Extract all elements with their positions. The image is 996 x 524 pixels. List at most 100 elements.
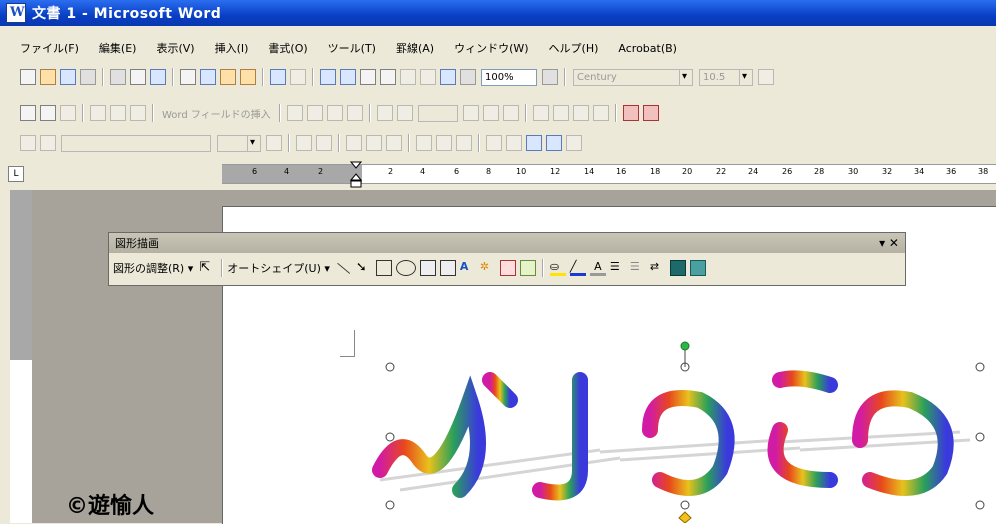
insert-table-icon[interactable] (360, 69, 376, 85)
merge-icon[interactable] (532, 105, 549, 121)
merge-field-icon[interactable] (286, 105, 303, 121)
permission-icon[interactable] (80, 69, 96, 85)
shadow-style-icon[interactable] (669, 260, 686, 276)
autoshapes-button[interactable]: オートシェイプ(U) ▾ (227, 260, 330, 276)
font-color-icon[interactable]: A (589, 260, 606, 276)
line-icon[interactable] (337, 262, 351, 274)
menu-view[interactable]: 表示(V) (156, 40, 194, 56)
insert-excel-icon[interactable] (380, 69, 396, 85)
text-box-icon[interactable] (419, 260, 436, 276)
page-icon[interactable] (90, 105, 106, 121)
clip-art-icon[interactable] (499, 260, 516, 276)
merge-field-icon[interactable] (306, 105, 323, 121)
drawing-toolbar[interactable]: 図形描画 ▾ ✕ 図形の調整(R) ▾ ⇱ オートシェイプ(U) ▾ ➘ A ✲… (108, 232, 906, 286)
autoformat-icon[interactable] (486, 135, 502, 151)
next-record-icon[interactable] (462, 105, 479, 121)
merge-cells-icon[interactable] (366, 135, 382, 151)
format-painter-icon[interactable] (240, 69, 256, 85)
rotate-handle-icon[interactable] (680, 341, 690, 351)
chevron-down-icon[interactable] (739, 69, 752, 85)
print-preview-icon[interactable] (130, 69, 146, 85)
menu-edit[interactable]: 編集(E) (99, 40, 137, 56)
open-folder-icon[interactable] (40, 69, 56, 85)
oval-icon[interactable] (395, 260, 416, 276)
page-icon[interactable] (110, 105, 126, 121)
undo-icon[interactable] (270, 69, 286, 85)
menu-format[interactable]: 書式(O) (268, 40, 307, 56)
cut-icon[interactable] (180, 69, 196, 85)
sort-ascending-icon[interactable] (526, 135, 542, 151)
merge-icon[interactable] (552, 105, 569, 121)
merge-icon[interactable] (592, 105, 609, 121)
border-icon[interactable] (296, 135, 312, 151)
document-map-icon[interactable] (440, 69, 456, 85)
menu-tools[interactable]: ツール(T) (328, 40, 376, 56)
menu-table[interactable]: 罫線(A) (396, 40, 434, 56)
line-style-icon[interactable]: ☰ (610, 260, 626, 276)
table-red-icon[interactable] (622, 105, 639, 121)
drawing-toggle-icon[interactable] (420, 69, 436, 85)
hyperlink-icon[interactable] (320, 69, 336, 85)
merge-field-icon[interactable] (346, 105, 363, 121)
fill-color-icon[interactable]: ⛀ (549, 260, 566, 276)
text-direction-icon[interactable] (506, 135, 522, 151)
edit-field-icon[interactable] (60, 105, 76, 121)
merge-icon[interactable] (572, 105, 589, 121)
merge-field-icon[interactable] (326, 105, 343, 121)
3d-style-icon[interactable] (689, 260, 706, 276)
rectangle-icon[interactable] (375, 260, 392, 276)
menu-window[interactable]: ウィンドウ(W) (454, 40, 528, 56)
line-weight-combo[interactable] (217, 134, 261, 152)
page-icon[interactable] (130, 105, 146, 121)
font-name-combo[interactable]: Century (573, 68, 693, 86)
first-record-icon[interactable] (376, 105, 393, 121)
menu-help[interactable]: ヘルプ(H) (549, 40, 599, 56)
drawing-toolbar-header[interactable]: 図形描画 ▾ ✕ (109, 233, 905, 253)
copy-icon[interactable] (200, 69, 216, 85)
spelling-icon[interactable] (150, 69, 166, 85)
previous-record-icon[interactable] (396, 105, 413, 121)
menu-insert[interactable]: 挿入(I) (215, 40, 249, 56)
font-size-combo[interactable]: 10.5 (699, 68, 753, 86)
close-icon[interactable]: ▾ ✕ (879, 236, 899, 250)
new-document-icon[interactable] (20, 69, 36, 85)
split-cells-icon[interactable] (386, 135, 402, 151)
adjust-handle-icon[interactable] (678, 511, 692, 523)
distribute-columns-icon[interactable] (456, 135, 472, 151)
help-icon[interactable] (542, 69, 558, 85)
shading-icon[interactable] (316, 135, 332, 151)
align-icon[interactable] (416, 135, 432, 151)
checkbox-field-icon[interactable] (40, 105, 56, 121)
word-field-insert-button[interactable]: Word フィールドの挿入 (162, 106, 271, 121)
find-entry-icon[interactable] (502, 105, 519, 121)
arrow-icon[interactable]: ➘ (356, 260, 372, 276)
horizontal-ruler[interactable]: 6 4 2 2 4 6 8 10 12 14 16 18 20 22 24 26… (222, 164, 996, 184)
line-style-combo[interactable] (61, 134, 211, 152)
last-record-icon[interactable] (482, 105, 499, 121)
dash-style-icon[interactable]: ☰ (630, 260, 646, 276)
vertical-text-box-icon[interactable] (439, 260, 456, 276)
record-number-field[interactable] (417, 104, 458, 122)
tables-borders-icon[interactable] (340, 69, 356, 85)
menu-acrobat[interactable]: Acrobat(B) (618, 42, 677, 55)
save-icon[interactable] (60, 69, 76, 85)
toolbar-options-icon[interactable] (758, 69, 774, 85)
print-icon[interactable] (110, 69, 126, 85)
zoom-combo[interactable]: 100% (481, 68, 537, 86)
autosum-icon[interactable] (566, 135, 582, 151)
paste-icon[interactable] (220, 69, 236, 85)
wordart-icon[interactable]: A (460, 260, 476, 276)
tab-selector[interactable]: L (8, 166, 24, 182)
insert-picture-icon[interactable] (519, 260, 536, 276)
indent-marker-icon[interactable] (350, 160, 362, 190)
menu-file[interactable]: ファイル(F) (20, 40, 79, 56)
columns-icon[interactable] (400, 69, 416, 85)
word-app-icon[interactable] (6, 3, 26, 23)
chevron-down-icon[interactable] (247, 135, 260, 151)
insert-table-icon[interactable] (346, 135, 362, 151)
border-color-icon[interactable] (266, 135, 282, 151)
table-red-icon[interactable] (642, 105, 659, 121)
distribute-rows-icon[interactable] (436, 135, 452, 151)
redo-icon[interactable] (290, 69, 306, 85)
draw-menu-button[interactable]: 図形の調整(R) ▾ (113, 260, 193, 276)
